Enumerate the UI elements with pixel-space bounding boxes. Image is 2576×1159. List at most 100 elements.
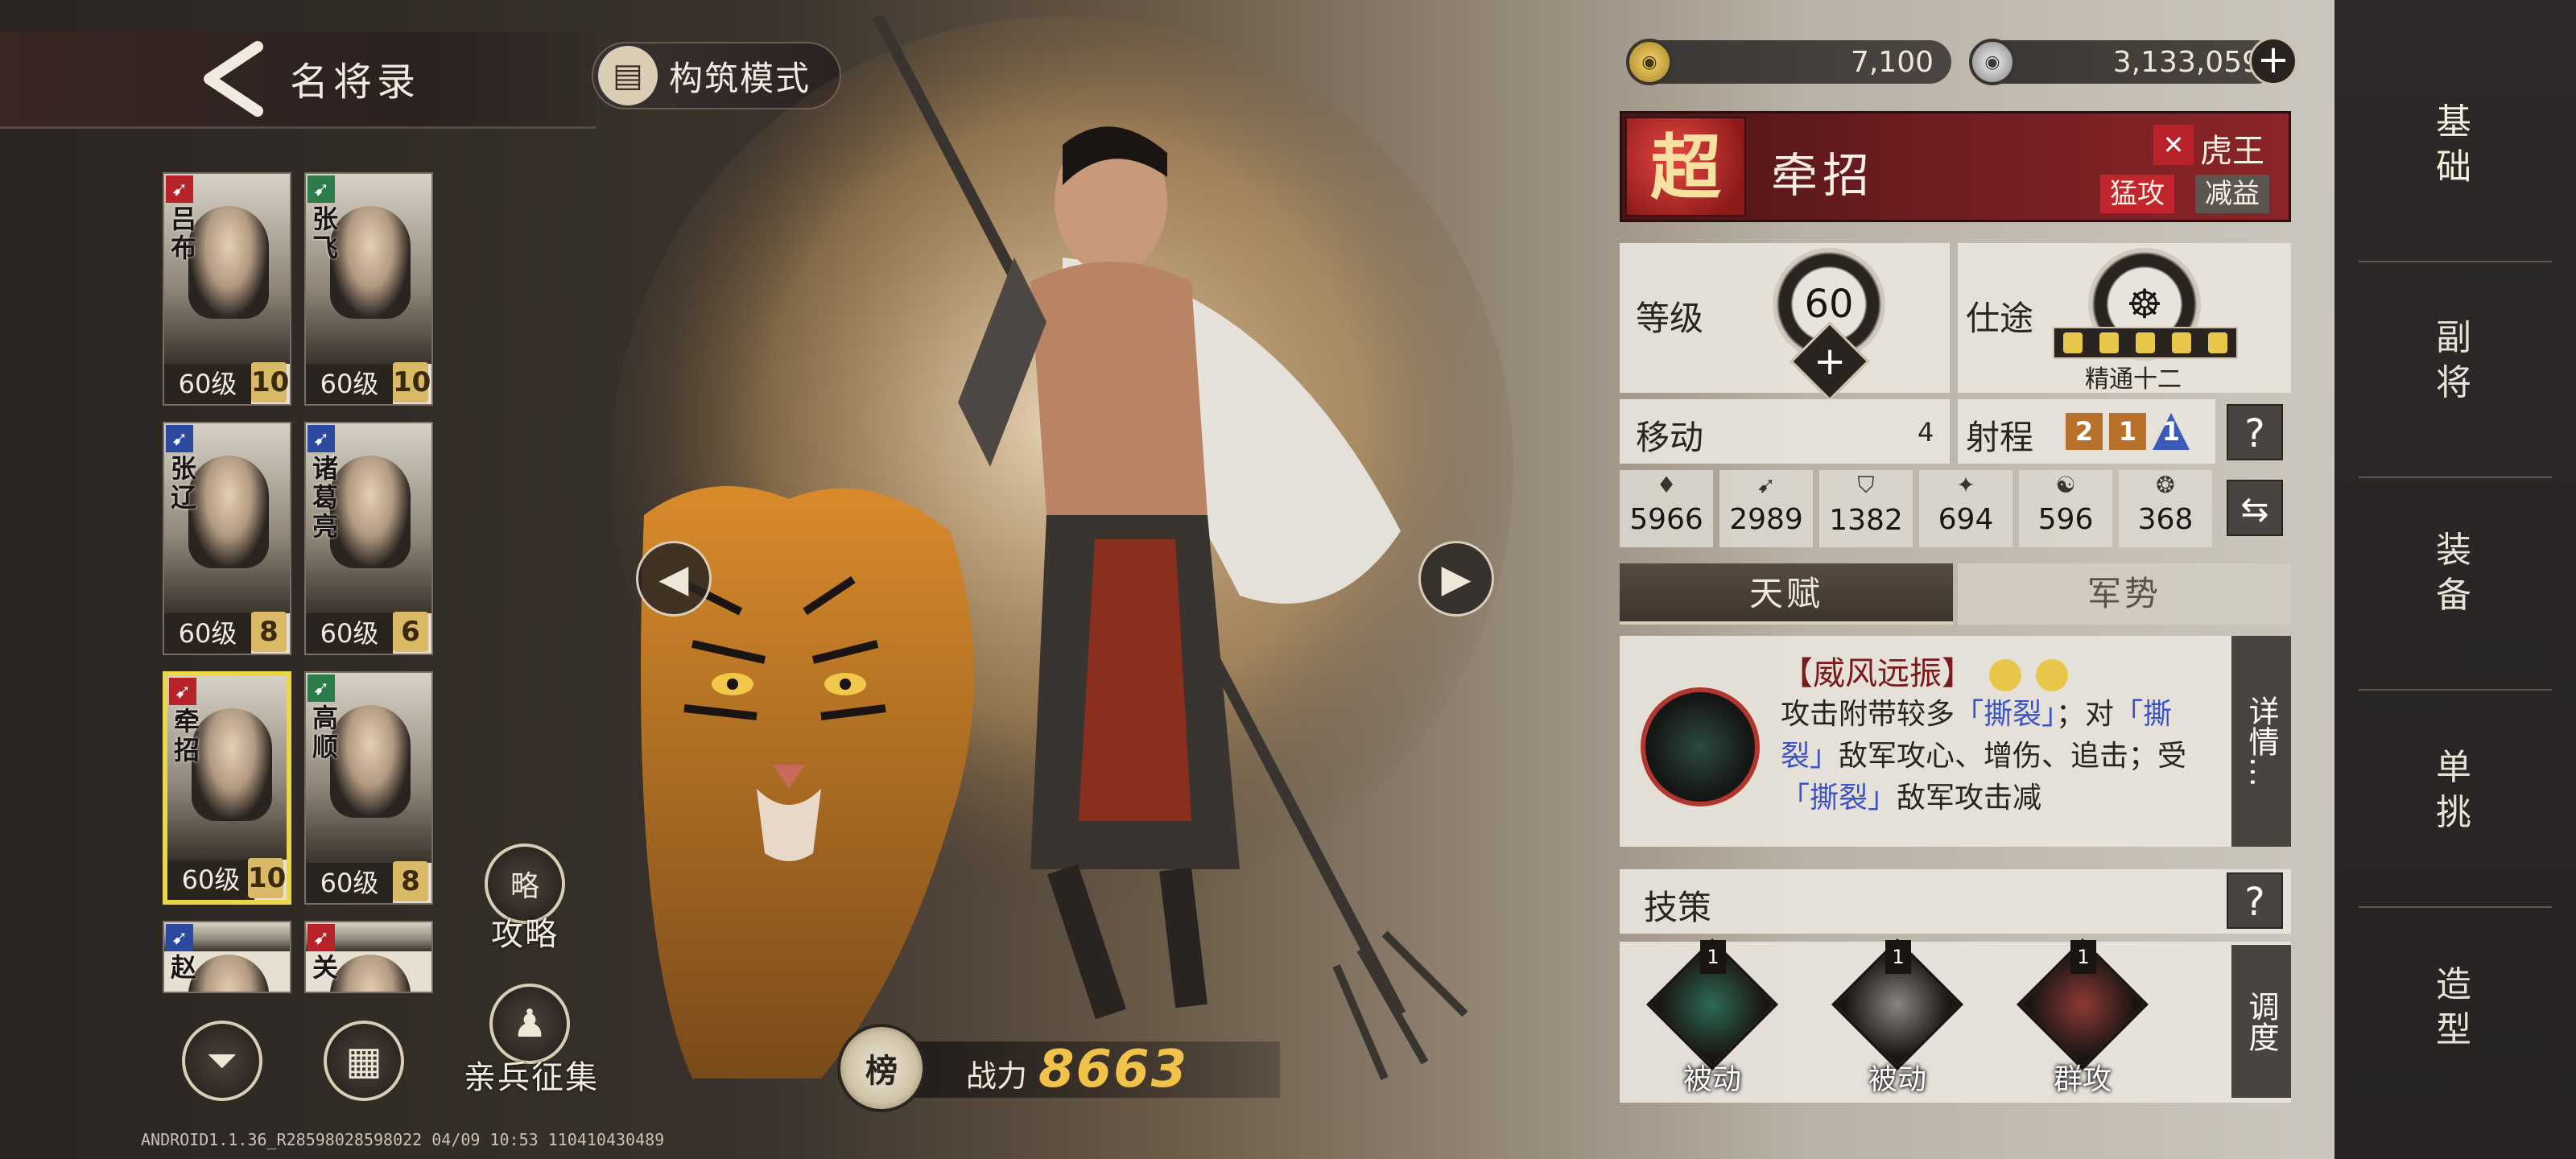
back-button[interactable] <box>193 39 282 119</box>
range-terrain: 1 <box>2153 413 2190 450</box>
talent-panel: 【威风远振】 攻击附带较多「撕裂」；对「撕裂」敌军攻心、增伤、追击；受「撕裂」敌… <box>1620 636 2291 847</box>
ranking-medal-icon: 榜 <box>837 1024 926 1112</box>
hero-card[interactable]: ➹ 张辽 60级 8 <box>163 422 291 655</box>
nav-divider <box>2359 906 2552 908</box>
attribute-cell: ➹ 2989 <box>1719 470 1813 547</box>
hero-card-name: 诸葛亮 <box>312 453 339 542</box>
attribute-cell: ✦ 694 <box>1919 470 2013 547</box>
gold-orb-icon <box>1988 659 2021 691</box>
hero-card[interactable]: ➹ 关 <box>304 921 433 993</box>
attribute-cell: ⛉ 1382 <box>1819 470 1913 547</box>
back-arrow-icon <box>204 41 263 117</box>
hero-card-name: 牵招 <box>174 706 200 765</box>
skill-slot[interactable]: 1 被动 <box>1644 938 1781 1103</box>
gold-orb-icon <box>2036 659 2069 691</box>
add-currency-button[interactable]: + <box>2249 37 2297 85</box>
nav-item[interactable]: 副将 <box>2334 316 2576 406</box>
power-label: 战力 <box>966 1058 1028 1094</box>
prev-hero-button[interactable]: ◀ <box>636 541 712 617</box>
range-label: 射程 <box>1966 418 2034 457</box>
tag-attack[interactable]: 猛攻 <box>2100 175 2174 213</box>
page-title: 名将录 <box>290 60 421 105</box>
lock-icon <box>2135 332 2155 353</box>
silver-coin-icon: ◉ <box>1969 39 2016 85</box>
level-label: 等级 <box>1636 299 1704 338</box>
hero-card-name: 吕布 <box>171 204 197 263</box>
layout-button[interactable]: ▦ <box>324 1021 404 1101</box>
skills-header: 技策 ? <box>1620 869 2291 934</box>
hero-card[interactable]: ➹ 吕布 60级 10 <box>163 172 291 406</box>
filter-icon: ⏷ <box>206 1037 238 1083</box>
lock-icon <box>2099 332 2119 353</box>
career-text: 精通十二 <box>2085 365 2182 394</box>
hero-card[interactable]: ➹ 赵 <box>163 921 291 993</box>
right-nav: 基础副将装备单挑造型 <box>2334 0 2576 1159</box>
nav-item[interactable]: 单挑 <box>2334 745 2576 835</box>
tab-momentum[interactable]: 军势 <box>1958 563 2291 625</box>
move-panel: 移动 4 <box>1620 399 1950 464</box>
attack-icon: ➹ <box>1757 472 1776 498</box>
hero-card[interactable]: ➹ 诸葛亮 60级 6 <box>304 422 433 655</box>
gold-value: 7,100 <box>1850 45 1934 79</box>
lock-icon <box>2172 332 2192 353</box>
attribute-value: 2989 <box>1729 503 1803 536</box>
recruit-label: 亲兵征集 <box>464 1059 599 1096</box>
attribute-value: 694 <box>1938 503 1994 536</box>
range-panel: 射程 2 1 1 <box>1958 399 2215 464</box>
skill-level: 1 <box>1700 940 1726 974</box>
tag-debuff[interactable]: 减益 <box>2195 175 2269 213</box>
talent-title: 【威风远振】 <box>1781 647 2069 694</box>
hero-card[interactable]: ➹ 牵招 60级 10 <box>163 671 291 905</box>
skill-slot[interactable]: 1 群攻 <box>2014 938 2151 1103</box>
plus-icon: + <box>2256 37 2290 82</box>
rarity-badge: 超 <box>1625 117 1746 217</box>
move-value: 4 <box>1918 417 1934 448</box>
hero-card-rank: 8 <box>251 612 287 652</box>
defense-icon: ⛉ <box>1857 472 1875 498</box>
nav-item[interactable]: 基础 <box>2334 100 2576 190</box>
hero-card-name: 张辽 <box>171 453 197 513</box>
attribute-cell: ☯ 596 <box>2019 470 2112 547</box>
next-hero-button[interactable]: ▶ <box>1418 541 1494 617</box>
attribute-cell: ♦ 5966 <box>1620 470 1713 547</box>
talent-description: 攻击附带较多「撕裂」；对「撕裂」敌军攻心、增伤、追击；受「撕裂」敌军攻击减 <box>1781 698 2187 815</box>
gold-currency: ◉ 7,100 <box>1626 39 1951 85</box>
hero-card-name: 张飞 <box>312 204 339 263</box>
hero-card-name: 高顺 <box>312 703 339 762</box>
strategy-icon: 略 <box>510 870 539 903</box>
skills-help-button[interactable]: ? <box>2227 872 2283 929</box>
skill-type-label: 群攻 <box>2053 1063 2112 1096</box>
skill-level: 1 <box>2070 940 2096 974</box>
hero-title: 虎王 <box>2200 133 2264 170</box>
strategist-icon: ➹ <box>308 425 335 452</box>
silver-currency: ◉ 3,133,059 <box>1969 39 2278 85</box>
talent-detail-button[interactable]: 详情… <box>2231 636 2291 847</box>
nav-divider <box>2359 261 2552 262</box>
skill-type-label: 被动 <box>1868 1063 1926 1096</box>
swap-attributes-button[interactable]: ⇆ <box>2227 480 2283 536</box>
adjust-skills-button[interactable]: 调度 <box>2231 945 2291 1098</box>
hero-card-name: 关 <box>312 952 339 983</box>
spear-icon: ➹ <box>308 175 335 203</box>
chevron-right-icon: ▶ <box>1441 556 1472 601</box>
career-label: 仕途 <box>1966 299 2034 338</box>
build-info: ANDROID1.1.36_R28598028598022 04/09 10:5… <box>141 1130 665 1149</box>
hero-card-level: 60级 <box>164 613 251 654</box>
power-value: 8663 <box>1038 1040 1189 1099</box>
strategy-label: 攻略 <box>491 916 559 953</box>
filter-button[interactable]: ⏷ <box>182 1021 262 1101</box>
hero-card[interactable]: ➹ 高顺 60级 8 <box>304 671 433 905</box>
hero-card-level: 60级 <box>306 613 393 654</box>
nav-item[interactable]: 造型 <box>2334 963 2576 1053</box>
skill-slot[interactable]: 1 被动 <box>1829 938 1966 1103</box>
level-panel: 等级 60 + <box>1620 243 1950 402</box>
range-help-button[interactable]: ? <box>2227 404 2283 460</box>
career-panel: 仕途 ☸ 精通十二 <box>1958 243 2291 394</box>
nav-item[interactable]: 装备 <box>2334 528 2576 618</box>
chevron-left-icon: ◀ <box>658 556 689 601</box>
combat-power[interactable]: 榜 战力 8663 <box>837 1024 1288 1112</box>
tab-talent[interactable]: 天赋 <box>1620 563 1953 625</box>
hero-card[interactable]: ➹ 张飞 60级 10 <box>304 172 433 406</box>
soldier-icon: ♟ <box>512 1001 547 1046</box>
silver-value: 3,133,059 <box>2112 45 2260 79</box>
